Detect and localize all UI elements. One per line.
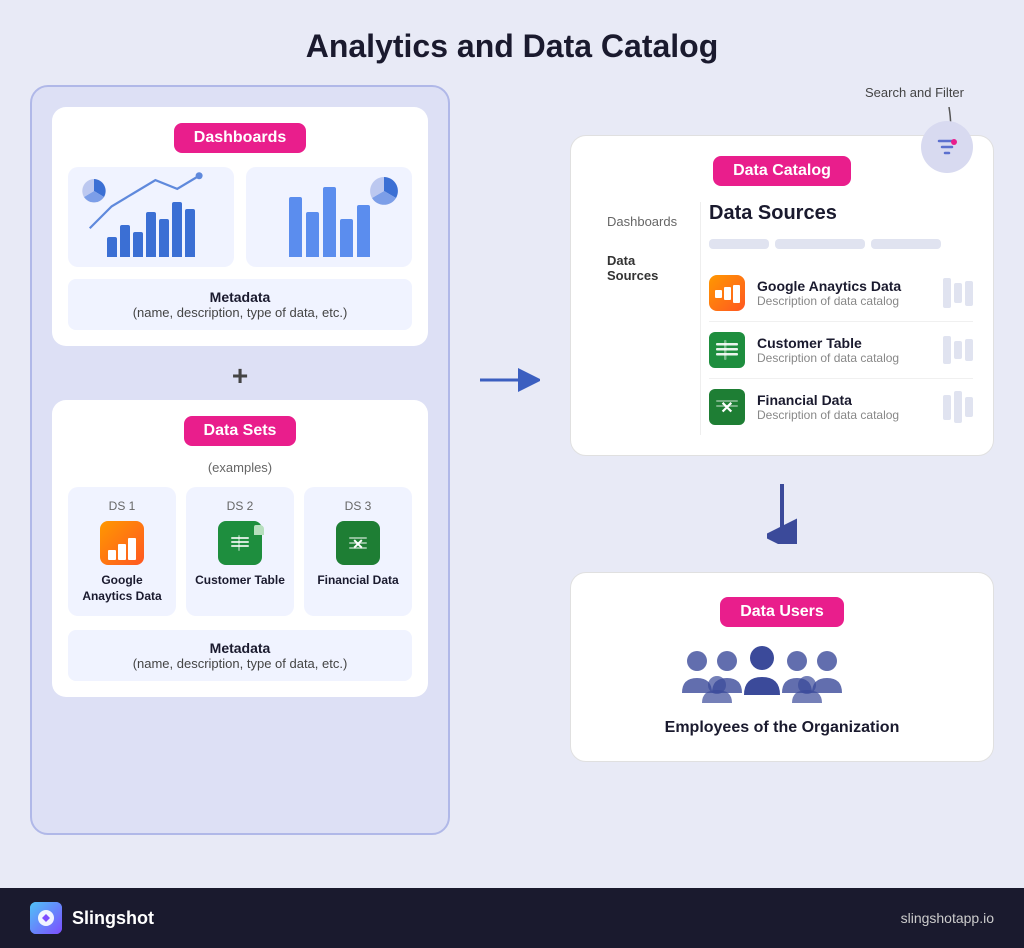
footer-logo [30,902,62,934]
datasets-box: Data Sets (examples) DS 1 Google Anaytic… [52,400,428,697]
skeleton-bar [775,239,865,249]
datasets-badge: Data Sets [184,416,297,446]
data-source-item-1[interactable]: Google Anaytics Data Description of data… [709,265,973,322]
ds-icon-gs-catalog [709,332,745,368]
search-filter-label: Search and Filter [865,85,964,100]
ds-icon-xl-catalog: ✕ [709,389,745,425]
ds-icon-xl: ✕ [336,521,380,565]
ds-icon-gs [218,521,262,565]
dashboards-badge: Dashboards [174,123,306,153]
bar [323,187,336,257]
ds-name-2: Customer Table [194,573,286,589]
data-source-item-2[interactable]: Customer Table Description of data catal… [709,322,973,379]
ds-info-1: Google Anaytics Data Description of data… [757,278,931,308]
data-users-box: Data Users [570,572,994,762]
ga-bar [108,550,116,560]
users-svg [672,643,892,703]
chart-right [246,167,412,267]
pie-chart-right [368,175,400,207]
plus-sign: + [52,360,428,392]
bar [289,197,302,257]
users-icons [591,643,973,703]
bar [107,237,117,257]
gs-icon [218,521,262,565]
data-catalog-badge: Data Catalog [713,156,851,186]
arrow-down-container [570,476,994,552]
svg-text:✕: ✕ [720,400,733,417]
ga-bar [715,290,722,298]
filter-button[interactable] [921,121,973,173]
footer-brand-name: Slingshot [72,908,154,929]
skeleton-bars [709,239,973,249]
bar [357,205,370,257]
ds-label-2: DS 2 [194,499,286,513]
sheets-svg [226,529,254,557]
ds-name-3: Financial Data [312,573,404,589]
ds-bars-2 [943,336,973,364]
chart-left [68,167,234,267]
ds-bars-3 [943,391,973,423]
sidebar-tab-dashboards[interactable]: Dashboards [591,202,700,241]
catalog-layout: Dashboards Data Sources Data Sources [591,202,973,435]
dataset-item-3: DS 3 ✕ Financial Data [304,487,412,616]
arrow-right [480,85,540,395]
ds-bars-1 [943,278,973,308]
data-users-badge: Data Users [720,597,844,627]
skeleton-bar [871,239,941,249]
search-filter-area: Search and Filter [570,85,994,115]
ds-label-3: DS 3 [312,499,404,513]
examples-label: (examples) [68,460,412,475]
ds-name-catalog-2: Customer Table [757,335,931,351]
dashboards-box: Dashboards [52,107,428,346]
bar-chart-right [289,182,370,257]
ds-name-catalog-1: Google Anaytics Data [757,278,931,294]
arrow-right-svg [480,365,540,395]
arrow-down-svg [767,484,797,544]
sidebar-tab-datasources[interactable]: Data Sources [591,241,700,295]
datasets-metadata: Metadata (name, description, type of dat… [68,630,412,681]
xl-icon: ✕ [336,521,380,565]
datasets-grid: DS 1 Google Anaytics Data DS 2 [68,487,412,616]
catalog-sidebar: Dashboards Data Sources [591,202,701,435]
ga-bar [128,538,136,560]
data-sources-title: Data Sources [709,202,973,225]
dashboards-metadata: Metadata (name, description, type of dat… [68,279,412,330]
ds-desc-catalog-2: Description of data catalog [757,351,931,365]
ga-icon [100,521,144,565]
data-source-item-3[interactable]: ✕ Financial Data Description of data cat… [709,379,973,435]
page-title: Analytics and Data Catalog [0,0,1024,85]
ga-bar [724,287,731,300]
footer: Slingshot slingshotapp.io [0,888,1024,948]
ds-desc-catalog-3: Description of data catalog [757,408,931,422]
data-catalog-box: Data Catalog Dashboards Data Sources Dat… [570,135,994,456]
dataset-item-1: DS 1 Google Anaytics Data [68,487,176,616]
users-label: Employees of the Organization [591,719,973,737]
right-panel: Search and Filter Data Catalog [570,85,994,762]
skeleton-bar [709,239,769,249]
data-sources-content: Data Sources [701,202,973,435]
line-chart [68,167,234,237]
ga-bar [118,544,126,560]
filter-icon [935,135,959,159]
ds-icon-ga-catalog [709,275,745,311]
ds-label-1: DS 1 [76,499,168,513]
ds-name-1: Google Anaytics Data [76,573,168,604]
dataset-item-2: DS 2 Customer Table [186,487,294,616]
bar [306,212,319,257]
ds-info-3: Financial Data Description of data catal… [757,392,931,422]
footer-brand: Slingshot [30,902,154,934]
excel-svg: ✕ [344,529,372,557]
ds-desc-catalog-1: Description of data catalog [757,294,931,308]
left-panel: Dashboards [30,85,450,835]
ds-name-catalog-3: Financial Data [757,392,931,408]
ga-bar [733,285,740,303]
bar [340,219,353,257]
ds-icon-ga [100,521,144,565]
footer-url: slingshotapp.io [901,910,994,926]
ds-info-2: Customer Table Description of data catal… [757,335,931,365]
dashboard-charts [68,167,412,267]
